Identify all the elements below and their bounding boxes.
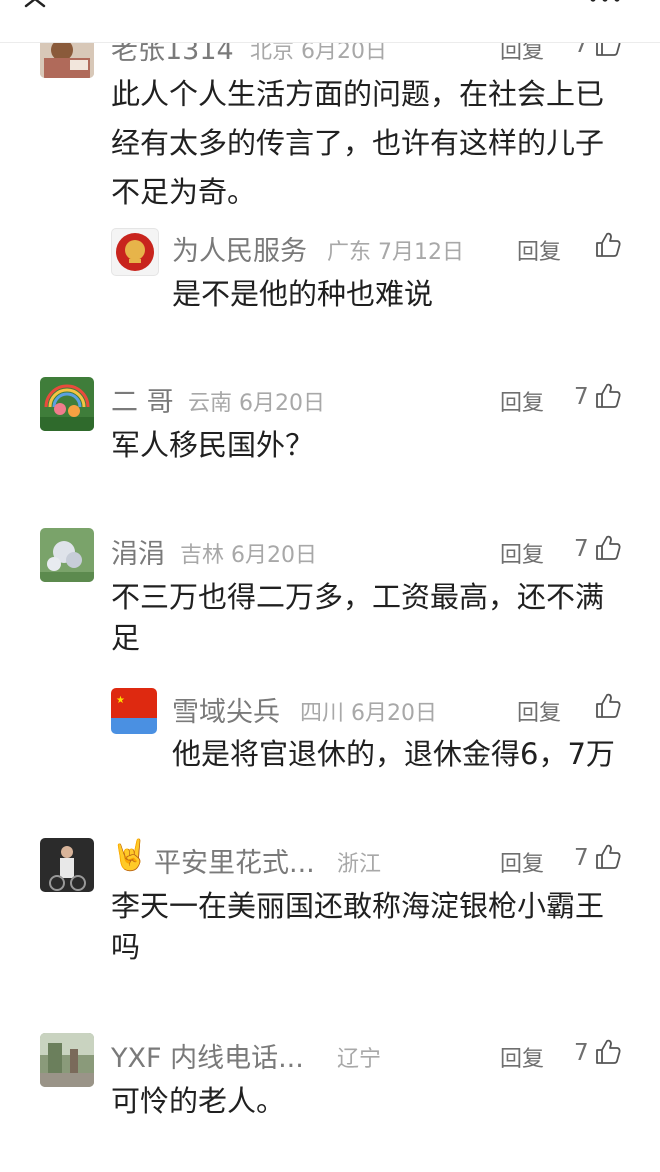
like-count: 7 [574,384,589,410]
thumbs-up-icon[interactable] [594,534,622,562]
reply-text: 是不是他的种也难说 [172,277,434,311]
avatar[interactable] [40,528,94,582]
commenter-name[interactable]: 二 哥 [111,380,174,419]
reply-button[interactable]: 回复 [517,234,561,266]
comment-meta: 辽宁 [337,1047,382,1072]
comment-text-line: 吗 [111,930,141,964]
avatar[interactable] [40,377,94,431]
like-count: 7 [574,1040,589,1066]
comment-meta: 吉林 6月20日 [180,543,317,568]
comment-meta: 云南 6月20日 [188,391,325,416]
reply-button[interactable]: 回复 [517,695,561,727]
thumbs-up-icon[interactable] [594,692,622,720]
close-icon[interactable] [22,0,56,12]
comment-text-line: 经有太多的传言了，也许有这样的儿子 [111,126,605,160]
commenter-name[interactable]: YXF 内线电话... [111,1036,304,1075]
reply-button[interactable]: 回复 [500,846,544,878]
emoji-icon: 🤘 [111,838,149,873]
reply-meta: 四川 6月20日 [300,701,437,726]
reply-button[interactable]: 回复 [500,385,544,417]
comment-text-line: 足 [111,621,141,655]
reply-button[interactable]: 回复 [500,537,544,569]
commenter-name[interactable]: 涓涓 [111,532,165,571]
avatar[interactable] [40,838,94,892]
reply-meta: 广东 7月12日 [327,240,464,265]
svg-text:★: ★ [116,695,125,706]
comment-text-line: 李天一在美丽国还敢称海淀银枪小霸王 [111,889,605,923]
comment-text-line: 可怜的老人。 [111,1084,286,1118]
comment-text-line: 此人个人生活方面的问题，在社会上已 [111,77,605,111]
avatar[interactable] [40,1033,94,1087]
thumbs-up-icon[interactable] [594,843,622,871]
reply-button[interactable]: 回复 [500,1041,544,1073]
avatar[interactable]: ★ [111,688,157,734]
reply-text: 他是将官退休的，退休金得6，7万 [172,737,615,771]
comment-text-line: 不三万也得二万多，工资最高，还不满 [111,580,605,614]
thumbs-up-icon[interactable] [594,382,622,410]
thumbs-up-icon[interactable] [594,1038,622,1066]
top-bar [0,0,660,43]
commenter-name[interactable]: 平安里花式... [154,841,315,880]
replier-name[interactable]: 为人民服务 [172,229,307,268]
avatar[interactable] [111,228,159,276]
like-count: 7 [574,845,589,871]
comment-text-line: 不足为奇。 [111,175,257,209]
comment-meta: 浙江 [337,852,382,877]
comment-text-line: 军人移民国外？ [111,428,315,462]
more-icon[interactable] [588,0,622,4]
thumbs-up-icon[interactable] [594,231,622,259]
replier-name[interactable]: 雪域尖兵 [172,690,280,729]
like-count: 7 [574,536,589,562]
